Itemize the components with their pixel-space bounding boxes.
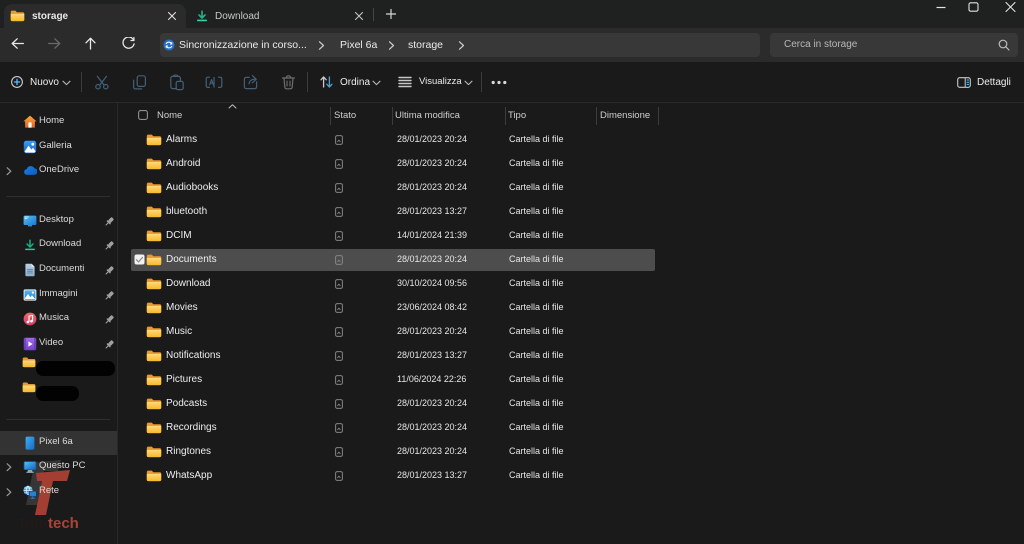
svg-text:Tutto: Tutto	[18, 515, 52, 531]
svg-text:tech: tech	[48, 515, 79, 532]
